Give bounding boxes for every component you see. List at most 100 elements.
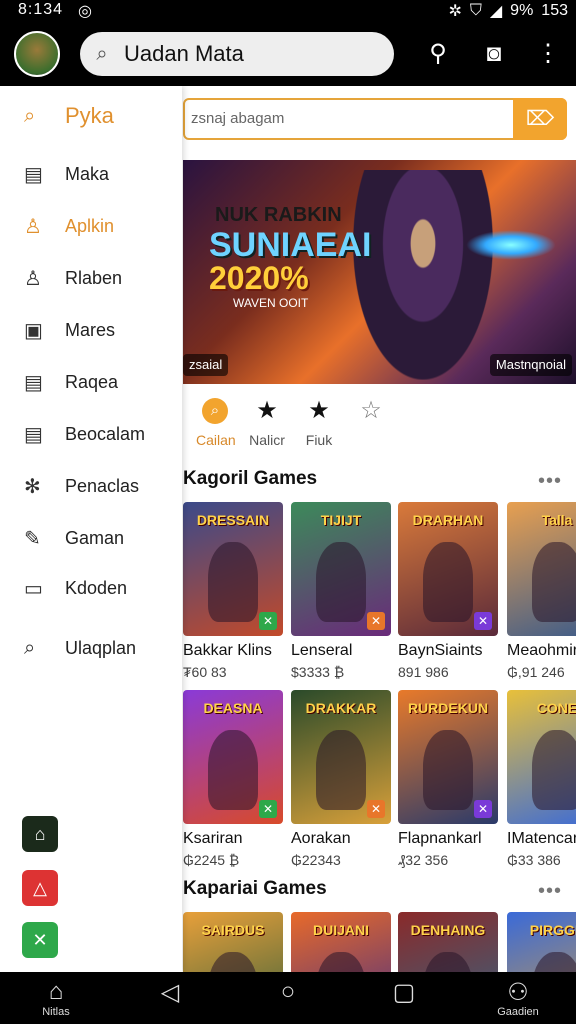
section-title: Kagoril Games	[183, 468, 318, 489]
more-options-icon[interactable]: ⋮	[530, 36, 566, 72]
category-tabs: ⌕ Cailan ★ Nalicr ★ Fiuk ☆	[196, 398, 390, 449]
game-cover-art: TIJIJT ✕	[291, 502, 391, 636]
more-icon[interactable]: •••	[538, 880, 562, 903]
game-cover-title: RURDEKUN	[407, 700, 489, 716]
game-meta: ₰32 356	[398, 852, 449, 868]
drawer-item[interactable]: ⌕ Ulaqplan	[0, 626, 182, 670]
tab-label: Nalicr	[249, 432, 285, 448]
pin-icon[interactable]: ⚲	[420, 36, 456, 72]
list-icon: ▤	[24, 163, 43, 186]
game-badge-icon: ✕	[474, 612, 492, 630]
game-name: BaynSiaints	[398, 642, 483, 659]
game-cover-title: TIJIJT	[320, 512, 362, 528]
game-character-art	[532, 542, 576, 622]
game-card[interactable]: RURDEKUN ✕ Flapnankarl ₰32 356	[398, 690, 498, 868]
drawer-item-label: Ulaqplan	[65, 637, 137, 658]
game-card[interactable]: Talla✕ Meaohmir ₲,91 246	[507, 502, 576, 680]
game-cover-art: PIRGGE✕	[507, 912, 576, 972]
drawer-item-label: Aplkin	[65, 215, 115, 236]
game-cover-art: DRAKKAR ✕	[291, 690, 391, 824]
user-icon: ♙	[24, 215, 42, 238]
game-badge-icon: ✕	[367, 612, 385, 630]
more-icon[interactable]: •••	[538, 470, 562, 493]
game-character-art	[208, 542, 258, 622]
back-button[interactable]: ◁	[130, 978, 210, 1006]
nav-home[interactable]: ⌂ Nitlas	[16, 978, 96, 1018]
game-card[interactable]: DEASNA ✕ Ksariran ₲2245 ₿	[183, 690, 283, 868]
search-icon: ⌕	[202, 398, 228, 424]
battery-text: 9%	[510, 2, 534, 19]
game-name: Flapnankarl	[398, 830, 482, 847]
game-cover-art: DRARHAN ✕	[398, 502, 498, 636]
game-meta: ₲22343	[291, 852, 341, 868]
hero-character-art	[353, 170, 493, 380]
hero-banner[interactable]: NUK RABKIN SUNIAEAI 2020% WAVEN OOIT zsa…	[183, 160, 576, 384]
drawer-item-label: Maka	[65, 163, 110, 184]
drawer-item[interactable]: ♙ Rlaben	[0, 256, 182, 300]
home-button[interactable]: ○	[248, 978, 328, 1006]
drawer-item[interactable]: ✎ Gaman	[0, 516, 182, 560]
game-badge-icon: ✕	[259, 612, 277, 630]
nav-profile-label: Gaadien	[497, 1006, 539, 1018]
user-icon: ♙	[24, 267, 42, 290]
game-meta: ₲,91 246	[507, 664, 565, 680]
game-meta: ₲2245 ₿	[183, 852, 240, 868]
filter-search-field[interactable]: zsnaj abagam ⌦	[183, 98, 567, 140]
game-character-art	[316, 730, 366, 810]
game-card[interactable]: PIRGGE✕	[507, 912, 576, 972]
game-character-art	[316, 542, 366, 622]
warning-app-icon[interactable]: △	[22, 870, 58, 906]
navigation-bar: ⌂ Nitlas ◁ ○ ▢ ⚇ Gaadien	[0, 972, 576, 1024]
search-text: Uadan Mata	[124, 41, 244, 66]
game-card[interactable]: DUIJANI✕	[291, 912, 391, 972]
game-meta: 891 986	[398, 664, 449, 680]
game-name: IMatencar	[507, 830, 576, 847]
drawer-item[interactable]: ▤ Raqea	[0, 360, 182, 404]
game-card[interactable]: CONE✕ IMatencar ₲33 386	[507, 690, 576, 868]
tab-label: Fiuk	[305, 432, 333, 448]
drawer-item-label: Raqea	[65, 371, 119, 392]
camera-icon[interactable]: ◙	[476, 36, 512, 72]
game-card[interactable]: DRESSAIN ✕ Bakkar Klins ₮60 83	[183, 502, 283, 680]
game-cover-art: CONE✕	[507, 690, 576, 824]
tab-cailan[interactable]: ⌕ Cailan	[196, 398, 236, 448]
tab-empty[interactable]: ☆	[352, 398, 390, 448]
game-character-art	[208, 730, 258, 810]
nav-profile[interactable]: ⚇ Gaadien	[478, 978, 558, 1018]
signal-text: 153	[541, 2, 568, 19]
game-card[interactable]: DENHAING✕	[398, 912, 498, 972]
banner-line4: WAVEN OOIT	[233, 296, 309, 310]
drawer-item[interactable]: ♙ Aplkin	[0, 204, 182, 248]
game-name: Lenseral	[291, 642, 353, 659]
game-cover-art: DEASNA ✕	[183, 690, 283, 824]
tab-nalicr[interactable]: ★ Nalicr	[248, 398, 286, 449]
terminal-app-icon[interactable]: ⌂	[22, 816, 58, 852]
drawer-item[interactable]: ▤ Beocalam	[0, 412, 182, 456]
search-icon: ⌕	[96, 42, 108, 65]
recents-button[interactable]: ▢	[364, 978, 444, 1006]
list-icon: ▤	[24, 423, 43, 446]
game-cover-art: RURDEKUN ✕	[398, 690, 498, 824]
drawer-item[interactable]: ▣ Mares	[0, 308, 182, 352]
game-card[interactable]: TIJIJT ✕ Lenseral $3333 ₿	[291, 502, 391, 680]
pen-icon: ✎	[24, 527, 41, 550]
settings-icon: ✲	[448, 3, 462, 20]
search-bar[interactable]: ⌕ Uadan Mata	[80, 32, 394, 76]
avatar[interactable]	[14, 31, 60, 77]
game-card[interactable]: SAIRDUS✕	[183, 912, 283, 972]
game-cover-title: DRARHAN	[412, 512, 484, 528]
drawer-item[interactable]: ▤ Maka	[0, 152, 182, 196]
search-go-button[interactable]: ⌦	[513, 98, 567, 140]
drawer-item[interactable]: ▭ Kdoden	[0, 566, 182, 610]
game-cover-title: DUIJANI	[312, 922, 369, 938]
drawer-item-label: Gaman	[65, 527, 125, 548]
game-card[interactable]: DRAKKAR ✕ Aorakan ₲22343	[291, 690, 391, 868]
game-card[interactable]: DRARHAN ✕ BaynSiaints 891 986	[398, 502, 498, 680]
x-app-icon[interactable]: ✕	[22, 922, 58, 958]
game-character-art	[532, 952, 576, 972]
drawer-item[interactable]: ⌕ Pyka	[0, 94, 182, 138]
drawer-item[interactable]: ✻ Penaclas	[0, 464, 182, 508]
tab-fiuk[interactable]: ★ Fiuk	[300, 398, 338, 449]
whatsapp-icon: ◎	[78, 3, 92, 20]
bug-icon: ✻	[24, 475, 41, 498]
